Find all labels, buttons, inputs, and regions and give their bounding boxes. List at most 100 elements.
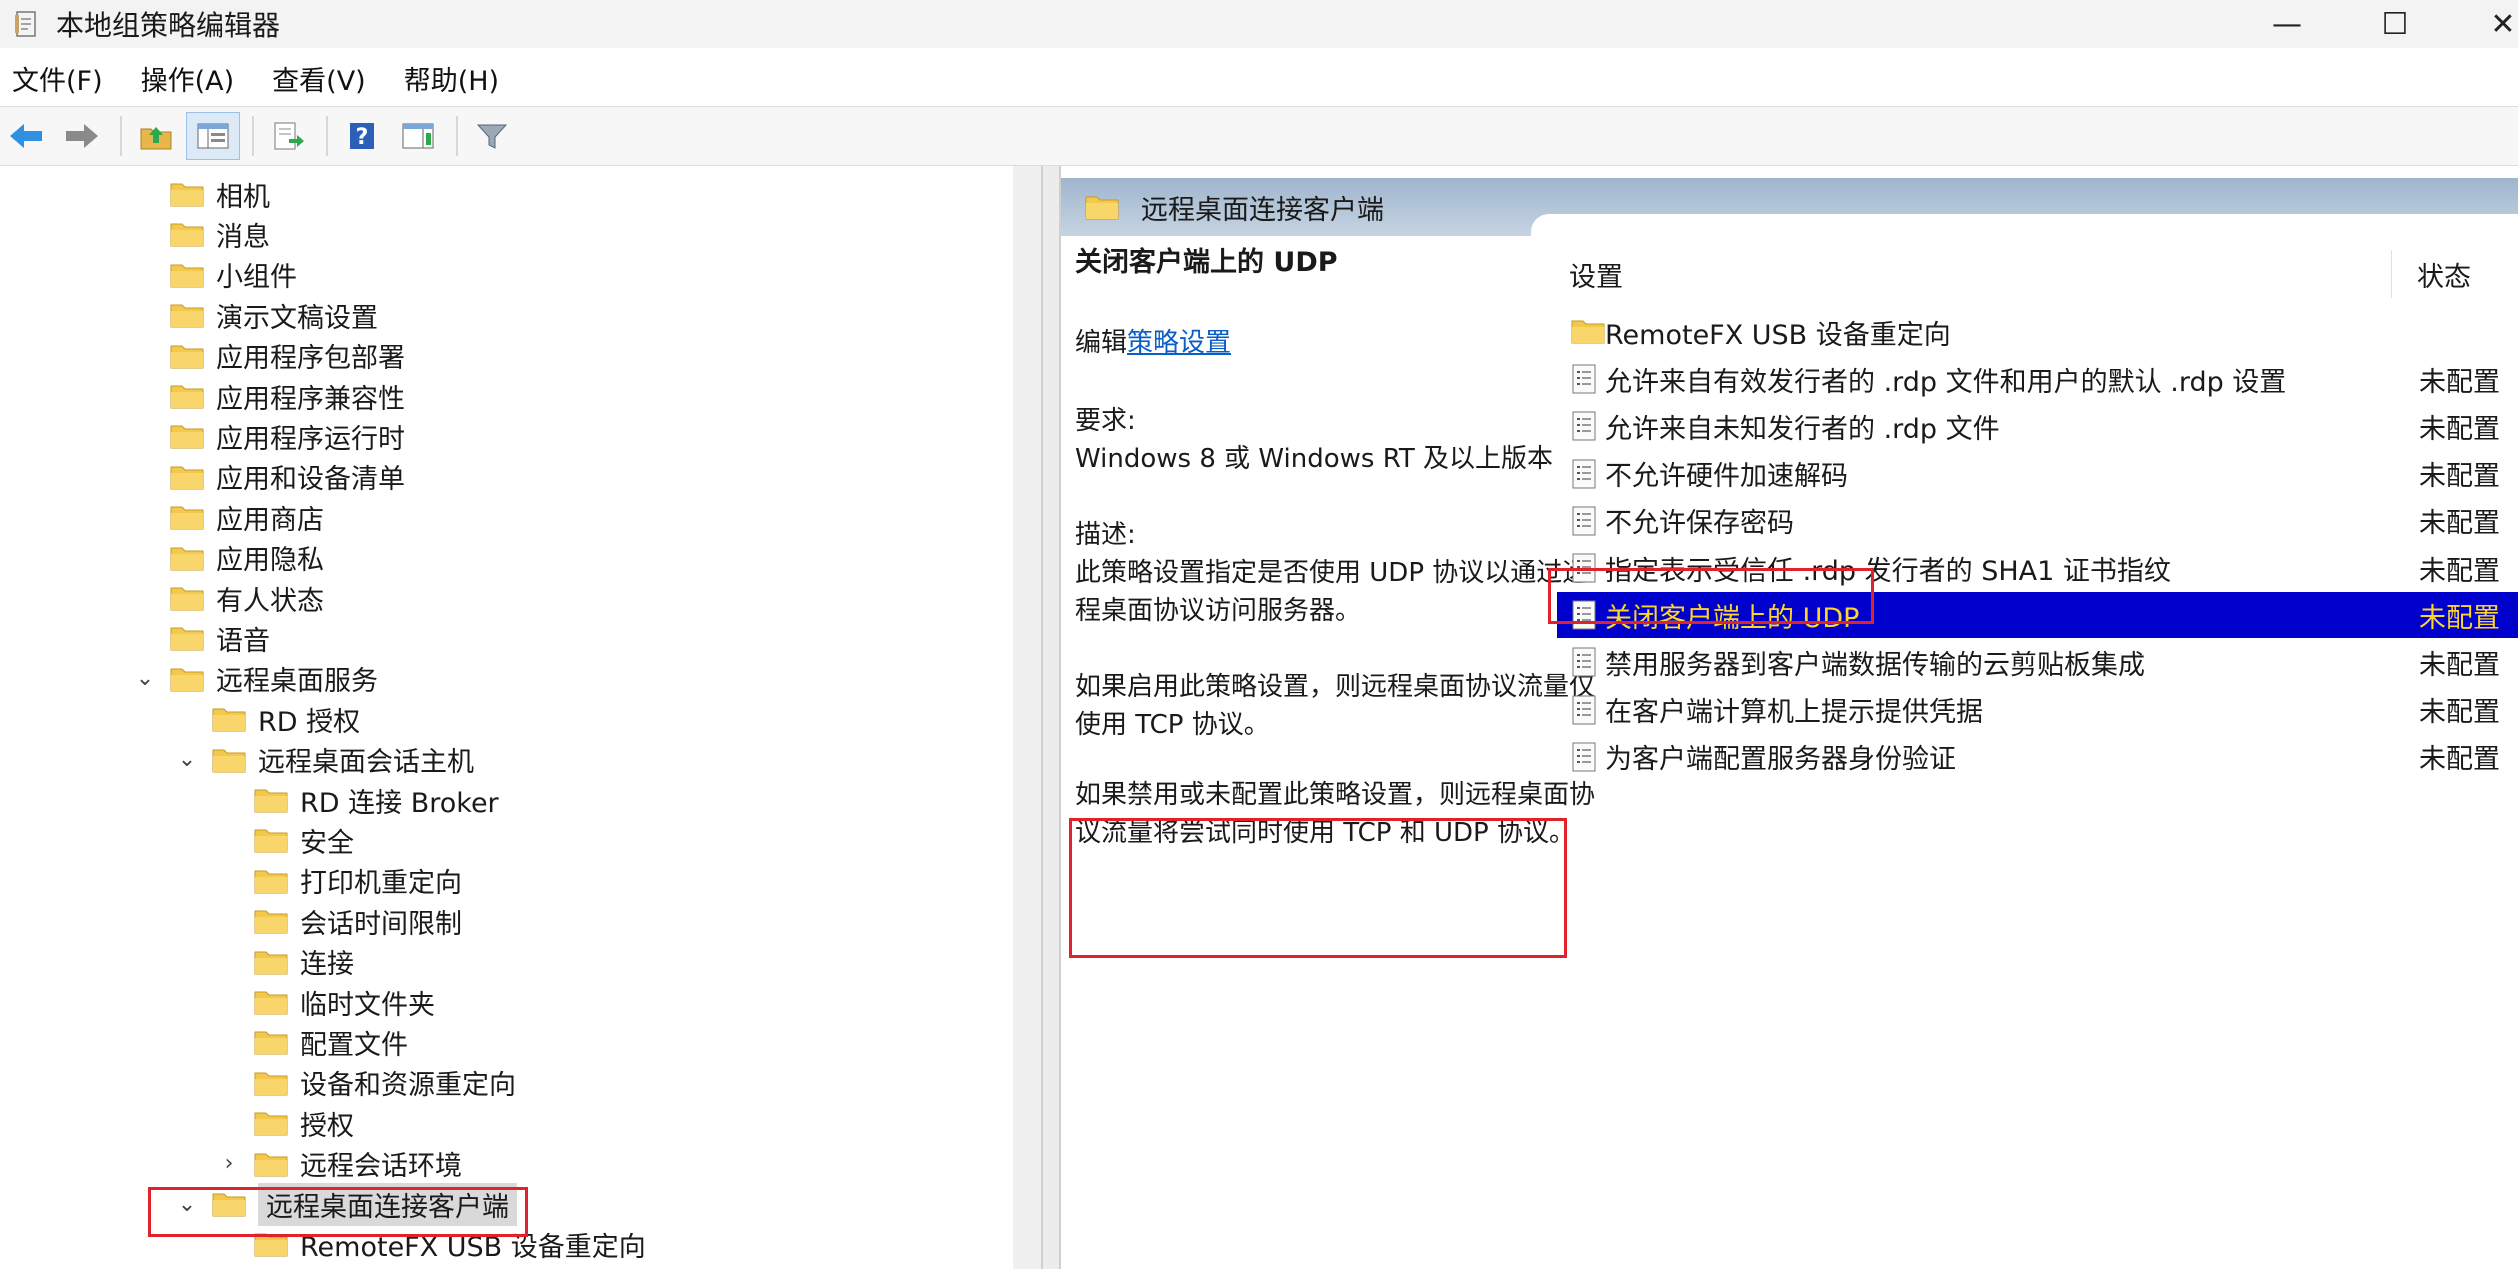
list-header: 设置 状态: [1557, 244, 2518, 304]
setting-state: 未配置: [2419, 366, 2500, 398]
tree-item[interactable]: 应用程序包部署: [170, 336, 405, 376]
tree-item[interactable]: 应用商店: [170, 497, 324, 537]
tree-item[interactable]: 语音: [170, 618, 270, 658]
setting-row[interactable]: 允许来自有效发行者的 .rdp 文件和用户的默认 .rdp 设置 未配置: [1557, 356, 2518, 402]
menu-help[interactable]: 帮助(H): [404, 59, 499, 98]
minimize-button[interactable]: —: [2232, 0, 2342, 48]
tree-item[interactable]: RD 授权: [212, 699, 360, 739]
policy-setting-icon: [1572, 647, 1596, 677]
tree-item[interactable]: 临时文件夹: [254, 982, 435, 1022]
forward-button[interactable]: [56, 113, 108, 159]
column-header-setting[interactable]: 设置: [1569, 255, 1623, 294]
folder-icon: [212, 708, 246, 732]
folder-icon: [170, 506, 204, 530]
tree-item-label: 应用隐私: [216, 545, 324, 577]
folder-icon: [170, 345, 204, 369]
export-list-button[interactable]: [262, 113, 314, 159]
tree-item[interactable]: ⌄ 远程桌面服务: [130, 659, 378, 699]
tree-item[interactable]: ⌄ 远程桌面会话主机: [172, 740, 474, 780]
row-icon: [1571, 364, 1597, 401]
column-header-state[interactable]: 状态: [2417, 255, 2471, 294]
details-pane: 远程桌面连接客户端 关闭客户端上的 UDP 编辑策略设置 要求: Windows…: [1061, 166, 2518, 1269]
tree-item[interactable]: 相机: [170, 174, 270, 214]
help-button[interactable]: ?: [336, 113, 388, 159]
folder-icon: [170, 183, 204, 207]
filter-button[interactable]: [466, 113, 518, 159]
show-hide-tree-icon: [197, 123, 229, 149]
tree-item[interactable]: 应用和设备清单: [170, 457, 405, 497]
setting-name: 不允许保存密码: [1605, 508, 1794, 540]
tree-item-label: 临时文件夹: [300, 989, 435, 1021]
show-hide-tree-button[interactable]: [186, 112, 240, 160]
tree-item[interactable]: 配置文件: [254, 1022, 408, 1062]
tree-item[interactable]: 打印机重定向: [254, 861, 462, 901]
tree-item-label: 授权: [300, 1110, 354, 1142]
tree-pane[interactable]: 相机 消息 小组件演示文稿设置 应用程序包部署 应用程序兼容性应用程序运行时 应用和设备清…: [0, 166, 1040, 1269]
setting-state: 未配置: [2419, 649, 2500, 681]
annotation-box-description: [1069, 818, 1567, 958]
tree-item[interactable]: › 远程会话环境: [214, 1144, 462, 1184]
menu-file[interactable]: 文件(F): [12, 59, 103, 98]
tree-item[interactable]: 消息: [170, 214, 270, 254]
description-pane: 关闭客户端上的 UDP 编辑策略设置 要求: Windows 8 或 Windo…: [1075, 244, 1595, 852]
setting-state: 未配置: [2419, 508, 2500, 540]
folder-icon: [254, 789, 288, 813]
tree-item[interactable]: 小组件: [170, 255, 297, 295]
setting-row[interactable]: 不允许硬件加速解码 未配置: [1557, 451, 2518, 497]
policy-setting-icon: [1572, 742, 1596, 772]
tree-item-label: 语音: [216, 625, 270, 657]
chevron-down-icon[interactable]: ⌄: [130, 666, 160, 691]
tree-item[interactable]: 应用隐私: [170, 538, 324, 578]
show-hide-pane-button[interactable]: [392, 113, 444, 159]
chevron-down-icon[interactable]: ⌄: [172, 747, 202, 772]
tree-item[interactable]: 设备和资源重定向: [254, 1063, 516, 1103]
window-title: 本地组策略编辑器: [56, 9, 281, 42]
tree-item-label: 应用程序运行时: [216, 423, 405, 455]
toolbar-separator: [252, 116, 254, 156]
close-button[interactable]: ✕: [2448, 0, 2518, 48]
folder-icon: [254, 1072, 288, 1096]
policy-setting-icon: [1572, 695, 1596, 725]
tree-item[interactable]: 会话时间限制: [254, 901, 462, 941]
tree-item[interactable]: 应用程序运行时: [170, 416, 405, 456]
toolbar-separator: [120, 116, 122, 156]
policy-setting-icon: [1572, 364, 1596, 394]
header-notch: [1531, 214, 2518, 238]
tree-item[interactable]: 应用程序兼容性: [170, 376, 405, 416]
row-icon: [1571, 459, 1597, 496]
tree-item[interactable]: 安全: [254, 820, 354, 860]
tree-item[interactable]: 连接: [254, 942, 354, 982]
edit-policy-link[interactable]: 策略设置: [1127, 328, 1231, 358]
list-folder-row[interactable]: RemoteFX USB 设备重定向: [1557, 309, 2518, 355]
tree-item-label: 远程桌面服务: [216, 666, 378, 698]
chevron-right-icon[interactable]: ›: [214, 1151, 244, 1176]
requirements-label: 要求:: [1075, 406, 1136, 436]
tree-item-label: 应用和设备清单: [216, 464, 405, 496]
tree-item[interactable]: 授权: [254, 1103, 354, 1143]
column-divider[interactable]: [2391, 250, 2392, 298]
setting-row[interactable]: 在客户端计算机上提示提供凭据 未配置: [1557, 687, 2518, 733]
forward-icon: [66, 124, 98, 148]
setting-row[interactable]: 禁用服务器到客户端数据传输的云剪贴板集成 未配置: [1557, 639, 2518, 685]
folder-icon: [170, 425, 204, 449]
setting-row[interactable]: 允许来自未知发行者的 .rdp 文件 未配置: [1557, 403, 2518, 449]
up-button[interactable]: [130, 113, 182, 159]
tree-item[interactable]: 有人状态: [170, 578, 324, 618]
setting-row[interactable]: 不允许保存密码 未配置: [1557, 498, 2518, 544]
tree-item-label: 演示文稿设置: [216, 302, 378, 334]
row-icon: [1571, 317, 1605, 352]
tree-scrollbar[interactable]: [1013, 166, 1041, 1269]
back-button[interactable]: [0, 113, 52, 159]
setting-row[interactable]: 为客户端配置服务器身份验证 未配置: [1557, 734, 2518, 780]
svg-text:?: ?: [356, 125, 369, 150]
tree-item-label: 远程会话环境: [300, 1151, 462, 1183]
up-folder-icon: [140, 127, 172, 150]
maximize-button[interactable]: ☐: [2340, 0, 2450, 48]
menu-action[interactable]: 操作(A): [141, 59, 235, 98]
tree-item-label: 安全: [300, 827, 354, 859]
pane-splitter[interactable]: [1041, 166, 1061, 1269]
menu-view[interactable]: 查看(V): [272, 59, 366, 98]
row-icon: [1571, 506, 1597, 543]
tree-item[interactable]: RD 连接 Broker: [254, 780, 499, 820]
tree-item[interactable]: 演示文稿设置: [170, 295, 378, 335]
